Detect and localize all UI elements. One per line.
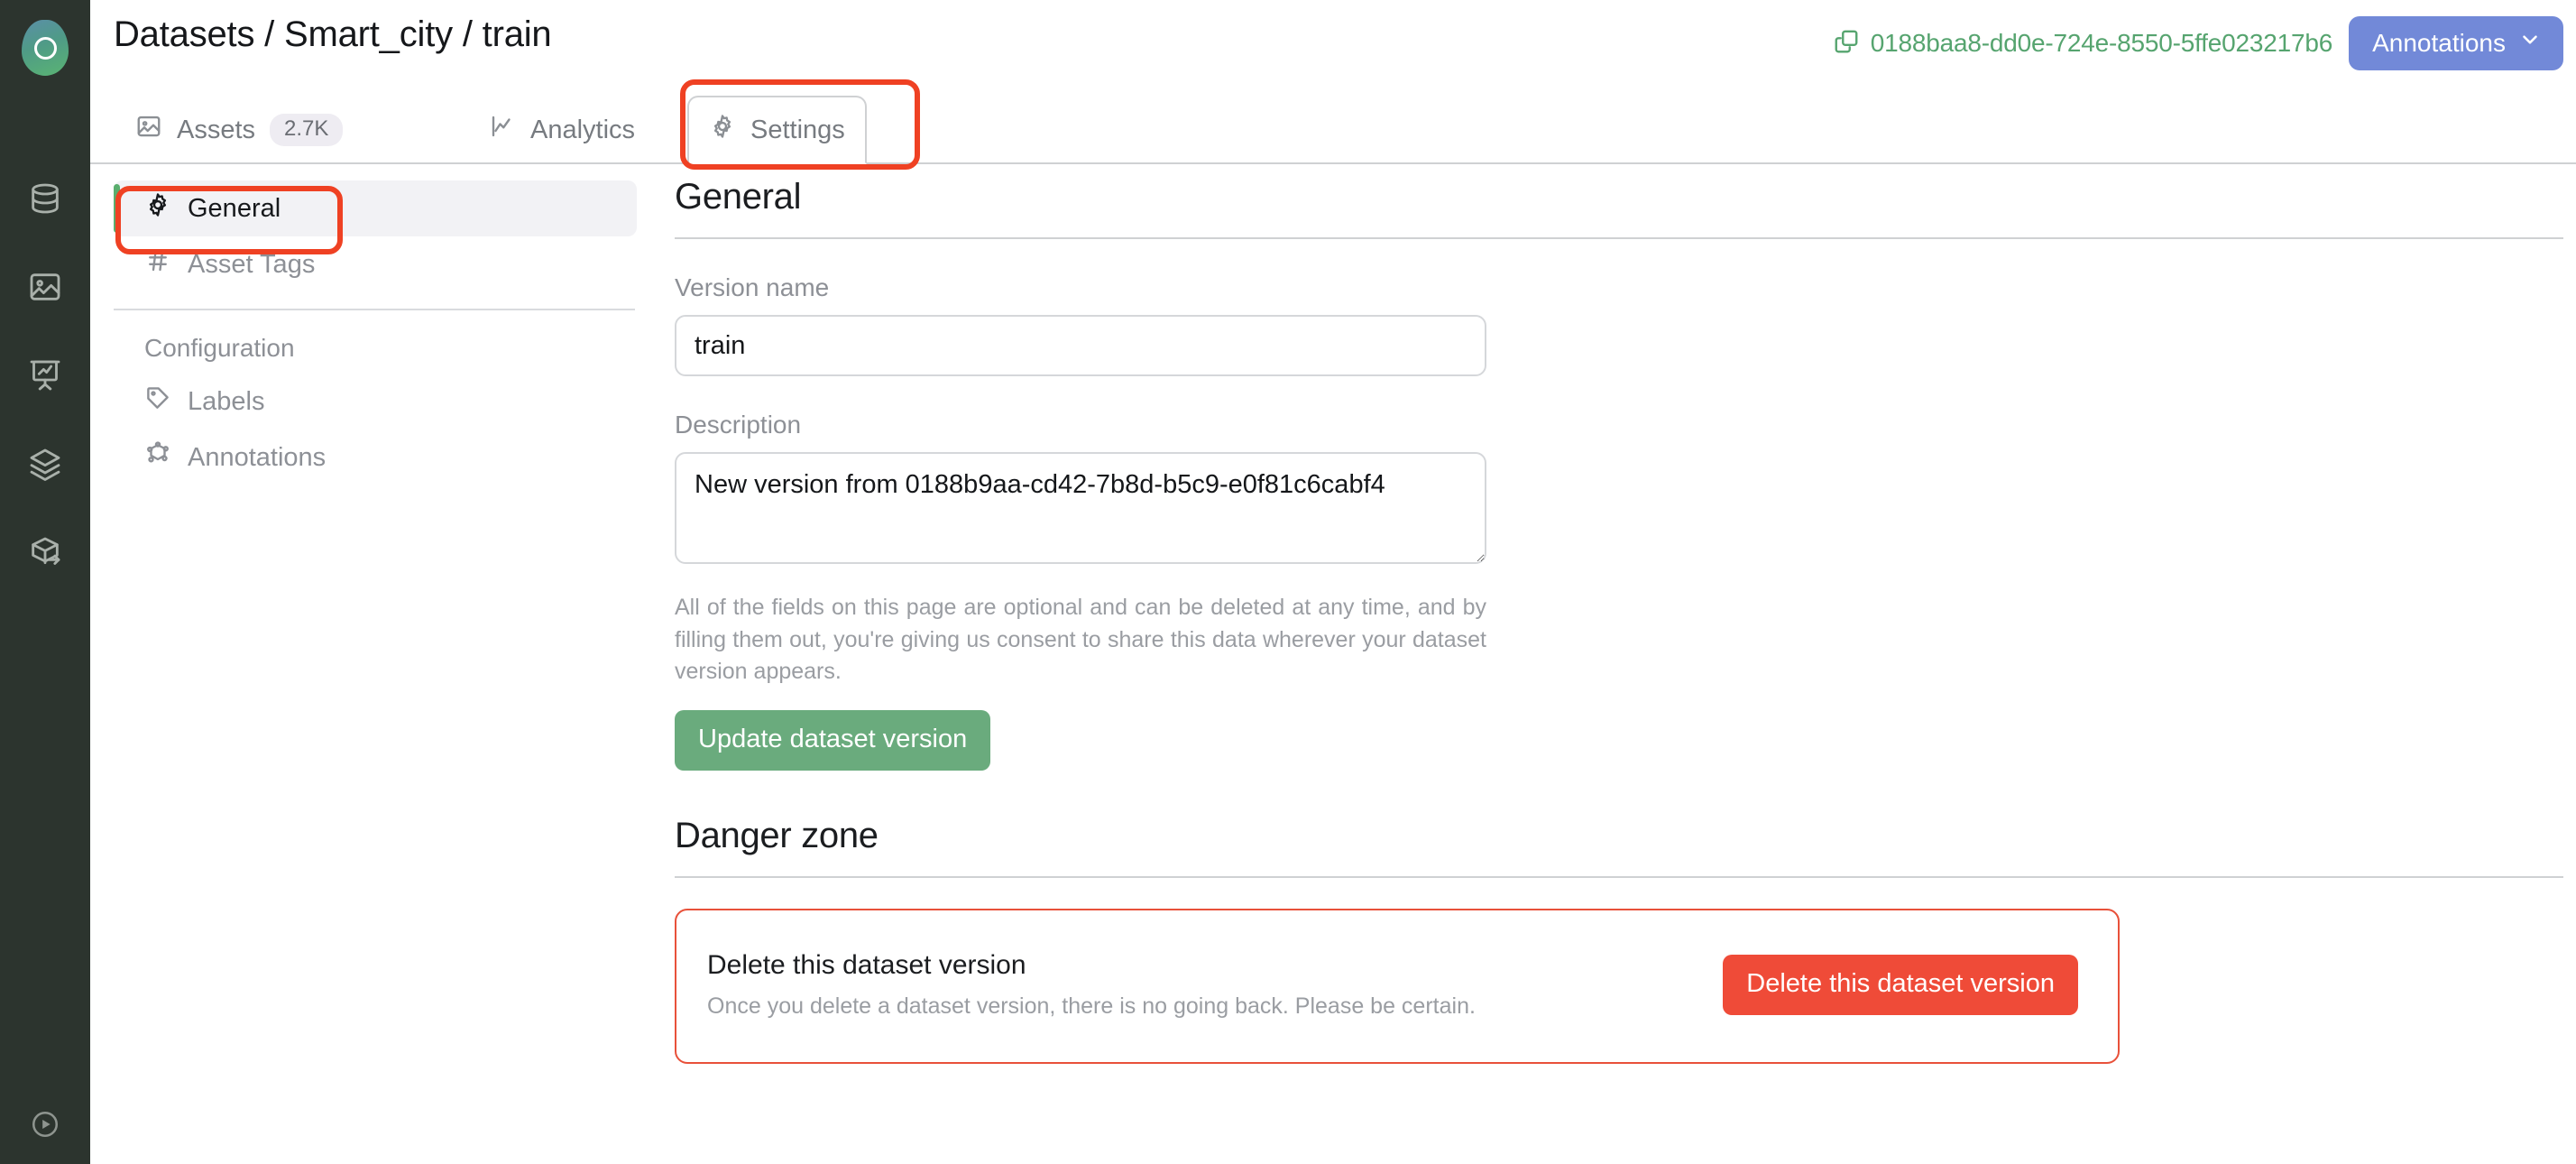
sidebar-item-general[interactable]: General <box>114 180 637 236</box>
tab-analytics-label: Analytics <box>530 115 636 144</box>
header: Datasets / Smart_city / train 0188baa8-d… <box>90 0 2576 90</box>
danger-zone-title: Danger zone <box>675 815 879 855</box>
general-section-title: General <box>675 177 802 217</box>
logo-ring <box>33 36 57 60</box>
gear-icon <box>709 113 736 147</box>
main-content: General Version name Description All of … <box>675 177 2563 1064</box>
danger-zone-rule <box>675 875 2563 878</box>
layers-icon[interactable] <box>27 446 63 482</box>
tag-icon <box>144 384 171 419</box>
page-title: Datasets / Smart_city / train <box>114 14 552 54</box>
delete-version-heading: Delete this dataset version <box>707 950 1026 980</box>
sidebar-item-labels-label: Labels <box>188 386 265 416</box>
tab-analytics[interactable]: Analytics <box>469 96 655 164</box>
fields-help-text: All of the fields on this page are optio… <box>675 595 1486 684</box>
description-textarea[interactable] <box>675 452 1486 564</box>
annotations-button-label: Annotations <box>2372 28 2506 57</box>
hash-icon <box>144 247 171 282</box>
version-name-label: Version name <box>675 273 830 301</box>
sidebar-item-labels[interactable]: Labels <box>114 374 637 430</box>
tab-settings[interactable]: Settings <box>687 96 867 164</box>
general-section-rule <box>675 237 2563 239</box>
rail-bottom <box>0 1109 90 1144</box>
tab-assets[interactable]: Assets 2.7K <box>115 96 363 164</box>
copy-icon[interactable] <box>1833 28 1860 60</box>
chevron-down-icon <box>2518 28 2542 58</box>
tab-settings-label: Settings <box>750 115 845 144</box>
sidebar-item-asset-tags[interactable]: Asset Tags <box>114 236 637 292</box>
sidebar-section-configuration: Configuration <box>144 334 295 362</box>
danger-zone-box: Delete this dataset version Once you del… <box>675 908 2120 1064</box>
sidebar-item-asset-tags-label: Asset Tags <box>188 249 316 279</box>
delete-version-description: Once you delete a dataset version, there… <box>707 993 1476 1019</box>
image-icon <box>135 113 162 147</box>
gear-icon <box>144 191 171 226</box>
database-icon[interactable] <box>27 180 63 217</box>
tab-bar: Assets 2.7K Analytics Settings <box>90 90 2576 164</box>
sidebar-divider <box>114 309 635 310</box>
sidebar-item-annotations-label: Annotations <box>188 442 327 472</box>
danger-zone-text: Delete this dataset version Once you del… <box>707 950 1476 1020</box>
app-root: Datasets / Smart_city / train 0188baa8-d… <box>0 0 2576 1164</box>
annotations-dropdown-button[interactable]: Annotations <box>2349 16 2563 70</box>
dataset-version-id-copy[interactable]: 0188baa8-dd0e-724e-8550-5ffe023217b6 <box>1833 28 2332 60</box>
image-icon[interactable] <box>27 269 63 305</box>
play-circle-icon[interactable] <box>30 1109 60 1144</box>
tab-assets-count: 2.7K <box>270 114 344 146</box>
dataset-version-id: 0188baa8-dd0e-724e-8550-5ffe023217b6 <box>1870 29 2333 57</box>
description-label: Description <box>675 411 802 439</box>
app-logo[interactable] <box>20 20 70 76</box>
line-chart-icon <box>489 113 516 147</box>
sidebar-item-general-label: General <box>188 193 281 223</box>
rail-nav-list <box>27 180 63 570</box>
tab-assets-label: Assets <box>177 115 256 144</box>
tab-baseline <box>90 162 2576 164</box>
left-icon-rail <box>0 0 90 1164</box>
version-name-input[interactable] <box>675 315 1486 376</box>
settings-sidebar: General Asset Tags Configuration Labels … <box>114 180 637 485</box>
update-dataset-version-button[interactable]: Update dataset version <box>675 709 991 771</box>
sidebar-item-annotations[interactable]: Annotations <box>114 430 637 485</box>
presentation-chart-icon[interactable] <box>27 357 63 393</box>
annotation-nodes-icon <box>144 440 171 475</box>
delete-dataset-version-button[interactable]: Delete this dataset version <box>1723 955 2078 1015</box>
package-export-icon[interactable] <box>27 534 63 570</box>
header-actions: 0188baa8-dd0e-724e-8550-5ffe023217b6 Ann… <box>1833 16 2563 70</box>
logo-blob-shape <box>22 20 69 76</box>
